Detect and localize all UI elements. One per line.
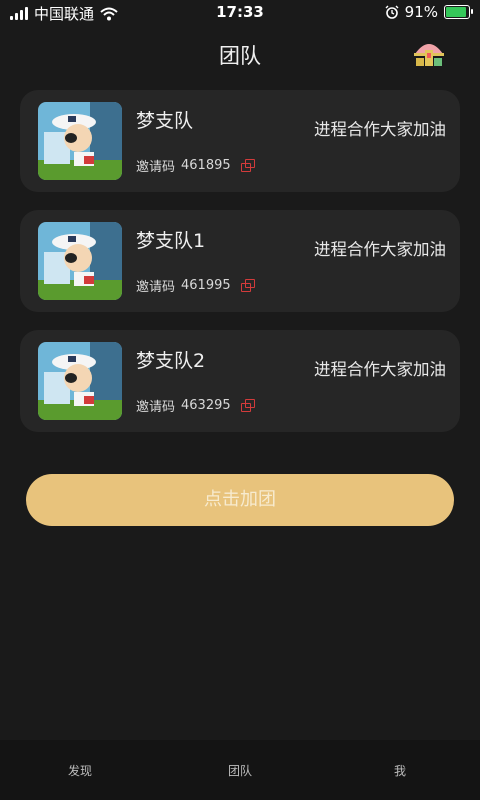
team-card[interactable]: 梦支队2 邀请码 463295 进程合作大家加油: [20, 330, 460, 432]
team-slogan: 进程合作大家加油: [314, 120, 446, 139]
ranking-podium-icon[interactable]: [412, 36, 446, 68]
page-title: 团队: [219, 44, 261, 68]
invite-label: 邀请码: [136, 400, 176, 415]
team-slogan: 进程合作大家加油: [314, 240, 446, 259]
status-right: 91%: [385, 3, 473, 21]
invite-code: 463295: [181, 398, 231, 413]
team-avatar: [38, 102, 122, 180]
tab-discover[interactable]: 发现: [0, 740, 160, 800]
invite-code: 461995: [181, 278, 231, 293]
tab-bar: 发现 团队 我: [0, 740, 480, 800]
invite-code-row: 邀请码 463295: [136, 396, 257, 415]
tab-team[interactable]: 团队: [160, 740, 320, 800]
tab-me[interactable]: 我: [320, 740, 480, 800]
invite-label: 邀请码: [136, 280, 176, 295]
battery-level: [446, 7, 467, 17]
copy-icon[interactable]: [240, 158, 257, 173]
team-card[interactable]: 梦支队1 邀请码 461995 进程合作大家加油: [20, 210, 460, 312]
invite-code-row: 邀请码 461895: [136, 156, 257, 175]
join-team-button[interactable]: 点击加团: [26, 474, 454, 526]
copy-icon[interactable]: [240, 278, 257, 293]
nav-bar: 团队: [0, 26, 480, 80]
team-card[interactable]: 梦支队 邀请码 461895 进程合作大家加油: [20, 90, 460, 192]
team-name: 梦支队2: [136, 350, 206, 372]
team-name: 梦支队: [136, 110, 194, 132]
alarm-icon: [385, 5, 399, 19]
invite-code: 461895: [181, 158, 231, 173]
team-list: 梦支队 邀请码 461895 进程合作大家加油 梦支队1 邀请码 461995 …: [20, 90, 460, 450]
battery-icon: [444, 5, 473, 19]
status-bar: 中国联通 17:33 91%: [0, 0, 480, 26]
team-avatar: [38, 342, 122, 420]
battery-percent: 91%: [404, 3, 438, 21]
invite-label: 邀请码: [136, 160, 176, 175]
team-avatar: [38, 222, 122, 300]
invite-code-row: 邀请码 461995: [136, 276, 257, 295]
copy-icon[interactable]: [240, 398, 257, 413]
team-slogan: 进程合作大家加油: [314, 360, 446, 379]
team-name: 梦支队1: [136, 230, 206, 252]
